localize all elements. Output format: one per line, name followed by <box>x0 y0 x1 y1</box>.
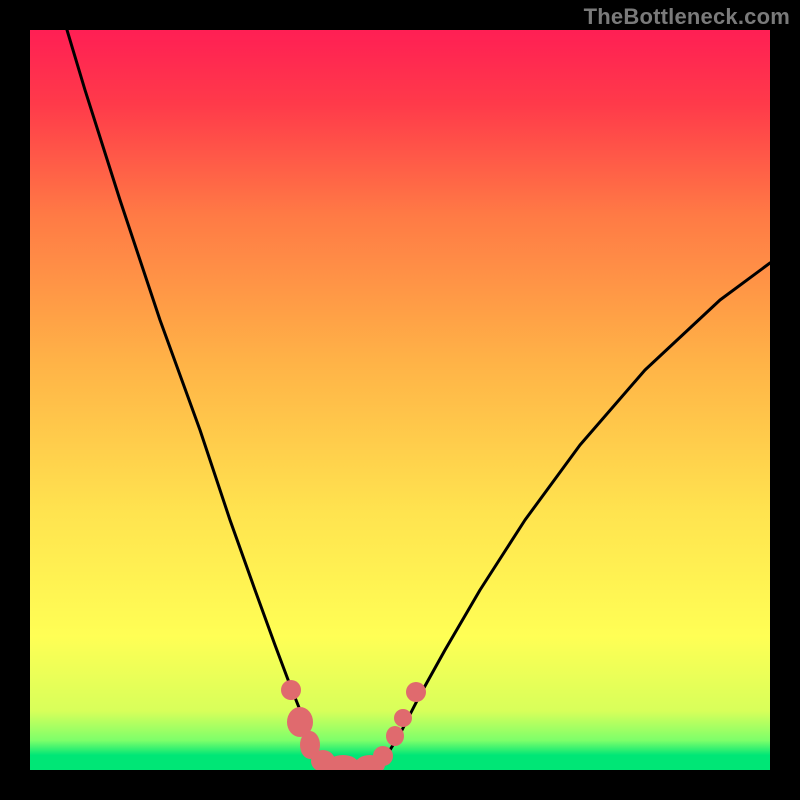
bottleneck-curve <box>55 30 770 765</box>
valley-marker <box>373 746 393 766</box>
chart-frame: TheBottleneck.com <box>0 0 800 800</box>
overlay-svg <box>30 30 770 770</box>
gradient-plot-area <box>30 30 770 770</box>
valley-markers <box>281 680 426 770</box>
valley-marker <box>406 682 426 702</box>
watermark-text: TheBottleneck.com <box>584 4 790 30</box>
valley-marker <box>386 726 404 746</box>
valley-marker <box>394 709 412 727</box>
valley-marker <box>281 680 301 700</box>
